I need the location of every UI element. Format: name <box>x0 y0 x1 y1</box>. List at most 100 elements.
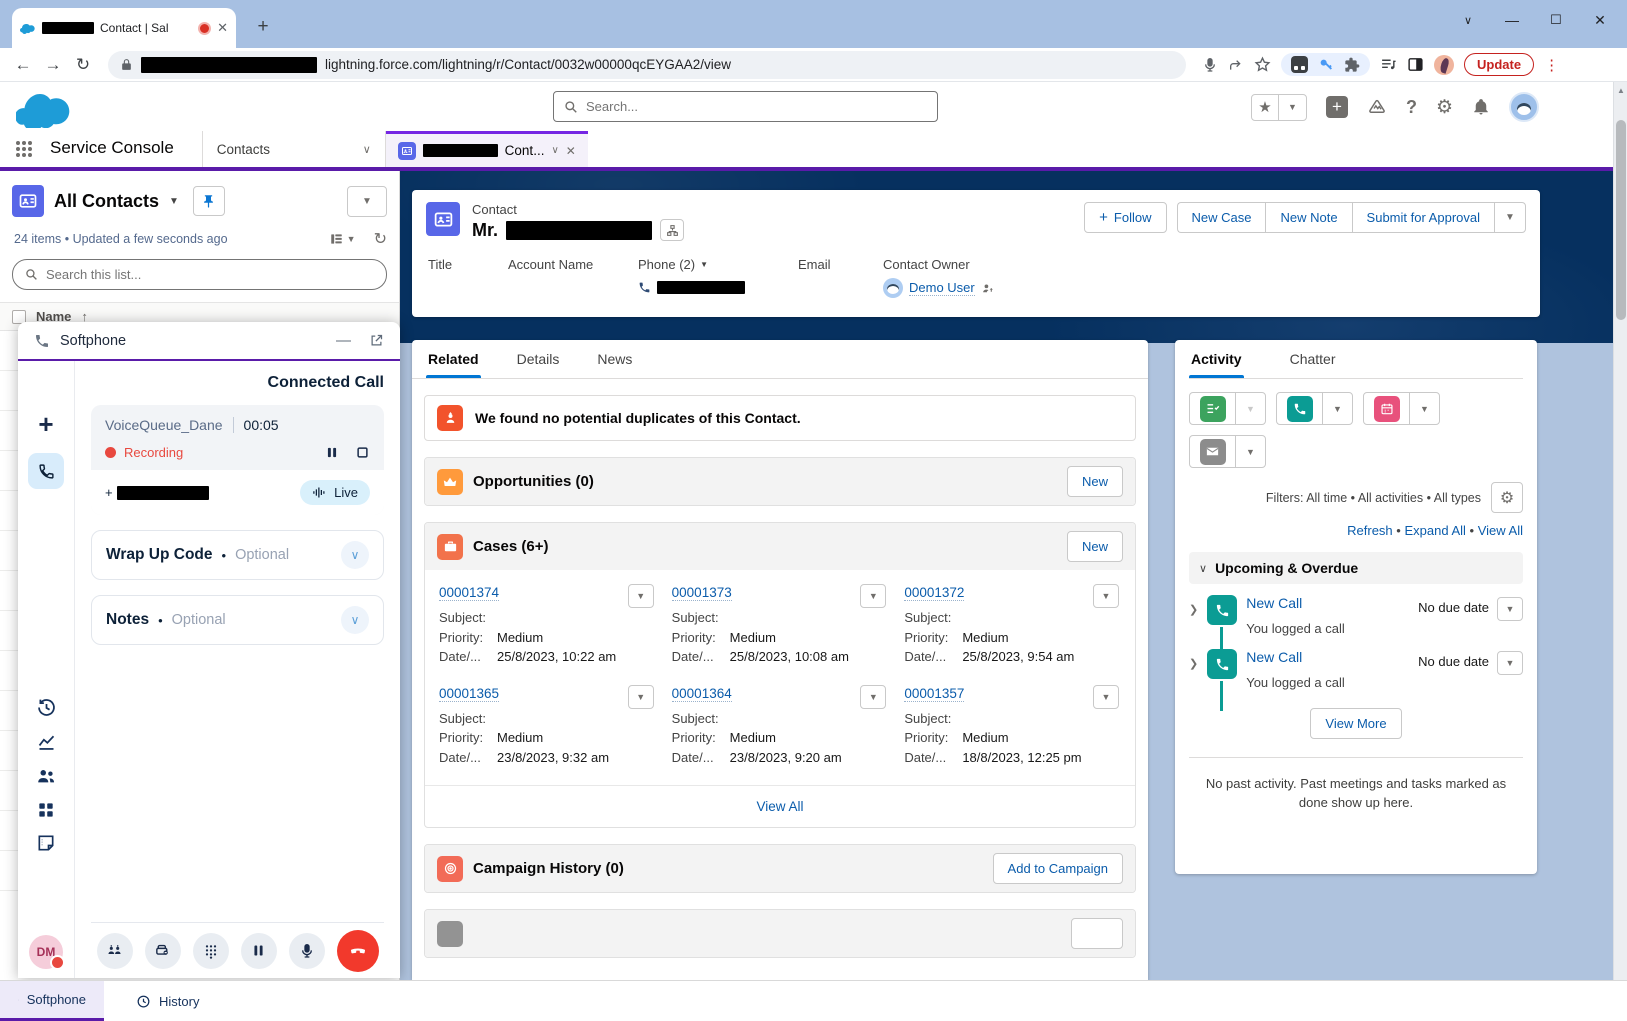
case-menu-button[interactable]: ▼ <box>1093 685 1119 709</box>
refresh-list-icon[interactable]: ↻ <box>374 229 387 249</box>
cases-view-all-link[interactable]: View All <box>756 799 803 814</box>
tab-search-chevron-icon[interactable]: ∨ <box>1459 14 1477 27</box>
list-view-chevron-icon[interactable]: ▼ <box>169 196 179 207</box>
new-note-button[interactable]: New Note <box>1265 202 1351 233</box>
view-all-link[interactable]: View All <box>1478 523 1523 538</box>
apps-grid-icon[interactable] <box>36 800 56 820</box>
submit-for-approval-button[interactable]: Submit for Approval <box>1352 202 1494 233</box>
case-menu-button[interactable]: ▼ <box>628 685 654 709</box>
pause-recording-icon[interactable] <box>325 445 339 460</box>
chrome-update-button[interactable]: Update <box>1464 53 1534 76</box>
tab-news[interactable]: News <box>595 340 634 378</box>
global-search[interactable] <box>553 91 938 122</box>
agent-avatar[interactable]: DM <box>29 935 63 969</box>
extension-dark-icon[interactable] <box>1291 56 1308 73</box>
case-menu-button[interactable]: ▼ <box>860 584 886 608</box>
call-history-icon[interactable] <box>36 697 57 718</box>
view-more-button[interactable]: View More <box>1310 708 1401 739</box>
password-key-icon[interactable] <box>1318 57 1334 73</box>
record-tab-chevron-icon[interactable]: ∨ <box>551 145 558 156</box>
notes-section[interactable]: Notes• Optional ∨ <box>91 595 384 645</box>
tab-close-icon[interactable]: ✕ <box>217 20 228 36</box>
follow-button[interactable]: + Follow <box>1084 202 1166 233</box>
transfer-button[interactable] <box>145 933 181 969</box>
cases-title[interactable]: Cases (6+) <box>473 538 548 555</box>
case-menu-button[interactable]: ▼ <box>628 584 654 608</box>
new-case-list-button[interactable]: New <box>1067 531 1123 562</box>
case-number-link[interactable]: 00001365 <box>439 686 499 702</box>
scrollbar-thumb[interactable] <box>1616 120 1626 320</box>
back-button[interactable]: ← <box>10 52 36 78</box>
list-search[interactable] <box>12 259 387 290</box>
new-case-button[interactable]: New Case <box>1177 202 1266 233</box>
minimize-softphone-icon[interactable]: — <box>336 332 351 349</box>
expand-all-link[interactable]: Expand All <box>1404 523 1465 538</box>
browser-tab[interactable]: Contact | Sal ✕ <box>12 8 236 48</box>
campaign-title[interactable]: Campaign History (0) <box>473 860 624 877</box>
popout-icon[interactable] <box>369 333 384 348</box>
reload-button[interactable]: ↻ <box>70 52 96 78</box>
email-button[interactable]: ▼ <box>1189 435 1266 468</box>
user-avatar[interactable] <box>1509 92 1539 122</box>
case-number-link[interactable]: 00001373 <box>672 585 732 601</box>
utility-softphone-tab[interactable]: Softphone <box>0 981 104 1021</box>
browser-menu-icon[interactable]: ⋮ <box>1544 56 1559 74</box>
refresh-link[interactable]: Refresh <box>1347 523 1393 538</box>
window-minimize-button[interactable]: — <box>1503 12 1521 28</box>
page-scrollbar[interactable]: ▲ <box>1613 82 1627 980</box>
more-actions-chevron-button[interactable]: ▼ <box>1494 202 1526 233</box>
profile-avatar[interactable] <box>1434 55 1454 75</box>
activity-settings-button[interactable]: ⚙ <box>1491 482 1523 513</box>
new-call-tab-icon[interactable]: + <box>38 411 53 437</box>
case-number-link[interactable]: 00001372 <box>904 585 964 601</box>
list-view-title[interactable]: All Contacts <box>54 191 159 212</box>
contacts-people-icon[interactable] <box>35 765 57 787</box>
activity-item-link[interactable]: New Call <box>1246 595 1409 611</box>
case-number-link[interactable]: 00001364 <box>672 686 732 702</box>
tab-chatter[interactable]: Chatter <box>1288 340 1338 378</box>
new-tab-button[interactable]: + <box>250 14 276 40</box>
owner-link[interactable]: Demo User <box>909 280 975 296</box>
stats-chart-icon[interactable] <box>36 731 57 752</box>
log-call-button[interactable]: ▼ <box>1276 392 1353 425</box>
global-actions-icon[interactable]: + <box>1326 96 1348 118</box>
tab-related[interactable]: Related <box>426 340 481 378</box>
event-chevron-icon[interactable]: ▼ <box>1410 393 1439 424</box>
new-task-button[interactable]: ▼ <box>1189 392 1266 425</box>
new-event-button[interactable]: ▼ <box>1363 392 1440 425</box>
case-number-link[interactable]: 00001357 <box>904 686 964 702</box>
forward-button[interactable]: → <box>40 52 66 78</box>
activity-item-link[interactable]: New Call <box>1246 649 1409 665</box>
active-call-tab-icon[interactable] <box>28 453 64 489</box>
pin-list-button[interactable] <box>193 186 225 216</box>
window-maximize-button[interactable]: ☐ <box>1547 12 1565 28</box>
activity-item-menu-button[interactable]: ▼ <box>1497 597 1523 621</box>
help-icon[interactable]: ? <box>1406 97 1417 118</box>
expand-item-icon[interactable]: ❯ <box>1189 657 1198 690</box>
phone-chevron-icon[interactable]: ▼ <box>700 260 708 269</box>
favorites-button[interactable]: ★ ▼ <box>1251 94 1307 121</box>
case-menu-button[interactable]: ▼ <box>860 685 886 709</box>
conference-button[interactable] <box>97 933 133 969</box>
dialpad-button[interactable] <box>193 933 229 969</box>
activity-item-menu-button[interactable]: ▼ <box>1497 651 1523 675</box>
hold-button[interactable] <box>241 933 277 969</box>
end-call-button[interactable] <box>337 930 379 972</box>
share-icon[interactable] <box>1228 57 1244 73</box>
global-search-input[interactable] <box>586 99 927 114</box>
mic-icon[interactable] <box>1202 57 1218 73</box>
scrollbar-up-arrow[interactable]: ▲ <box>1614 82 1627 98</box>
window-close-button[interactable]: ✕ <box>1591 12 1609 29</box>
record-tab-close-icon[interactable]: ✕ <box>566 144 576 158</box>
utility-history-tab[interactable]: History <box>118 981 217 1021</box>
opportunities-title[interactable]: Opportunities (0) <box>473 473 594 490</box>
notifications-bell-icon[interactable] <box>1472 98 1490 116</box>
clipped-section-button[interactable] <box>1071 918 1123 949</box>
contacts-tab-chevron-icon[interactable]: ∨ <box>349 131 385 167</box>
wrap-up-code-section[interactable]: Wrap Up Code• Optional ∨ <box>91 530 384 580</box>
extensions-puzzle-icon[interactable] <box>1344 57 1360 73</box>
log-call-chevron-icon[interactable]: ▼ <box>1323 393 1352 424</box>
display-as-icon[interactable]: ▼ <box>329 232 356 246</box>
hierarchy-button[interactable] <box>660 219 684 241</box>
reading-list-icon[interactable] <box>1380 56 1397 73</box>
